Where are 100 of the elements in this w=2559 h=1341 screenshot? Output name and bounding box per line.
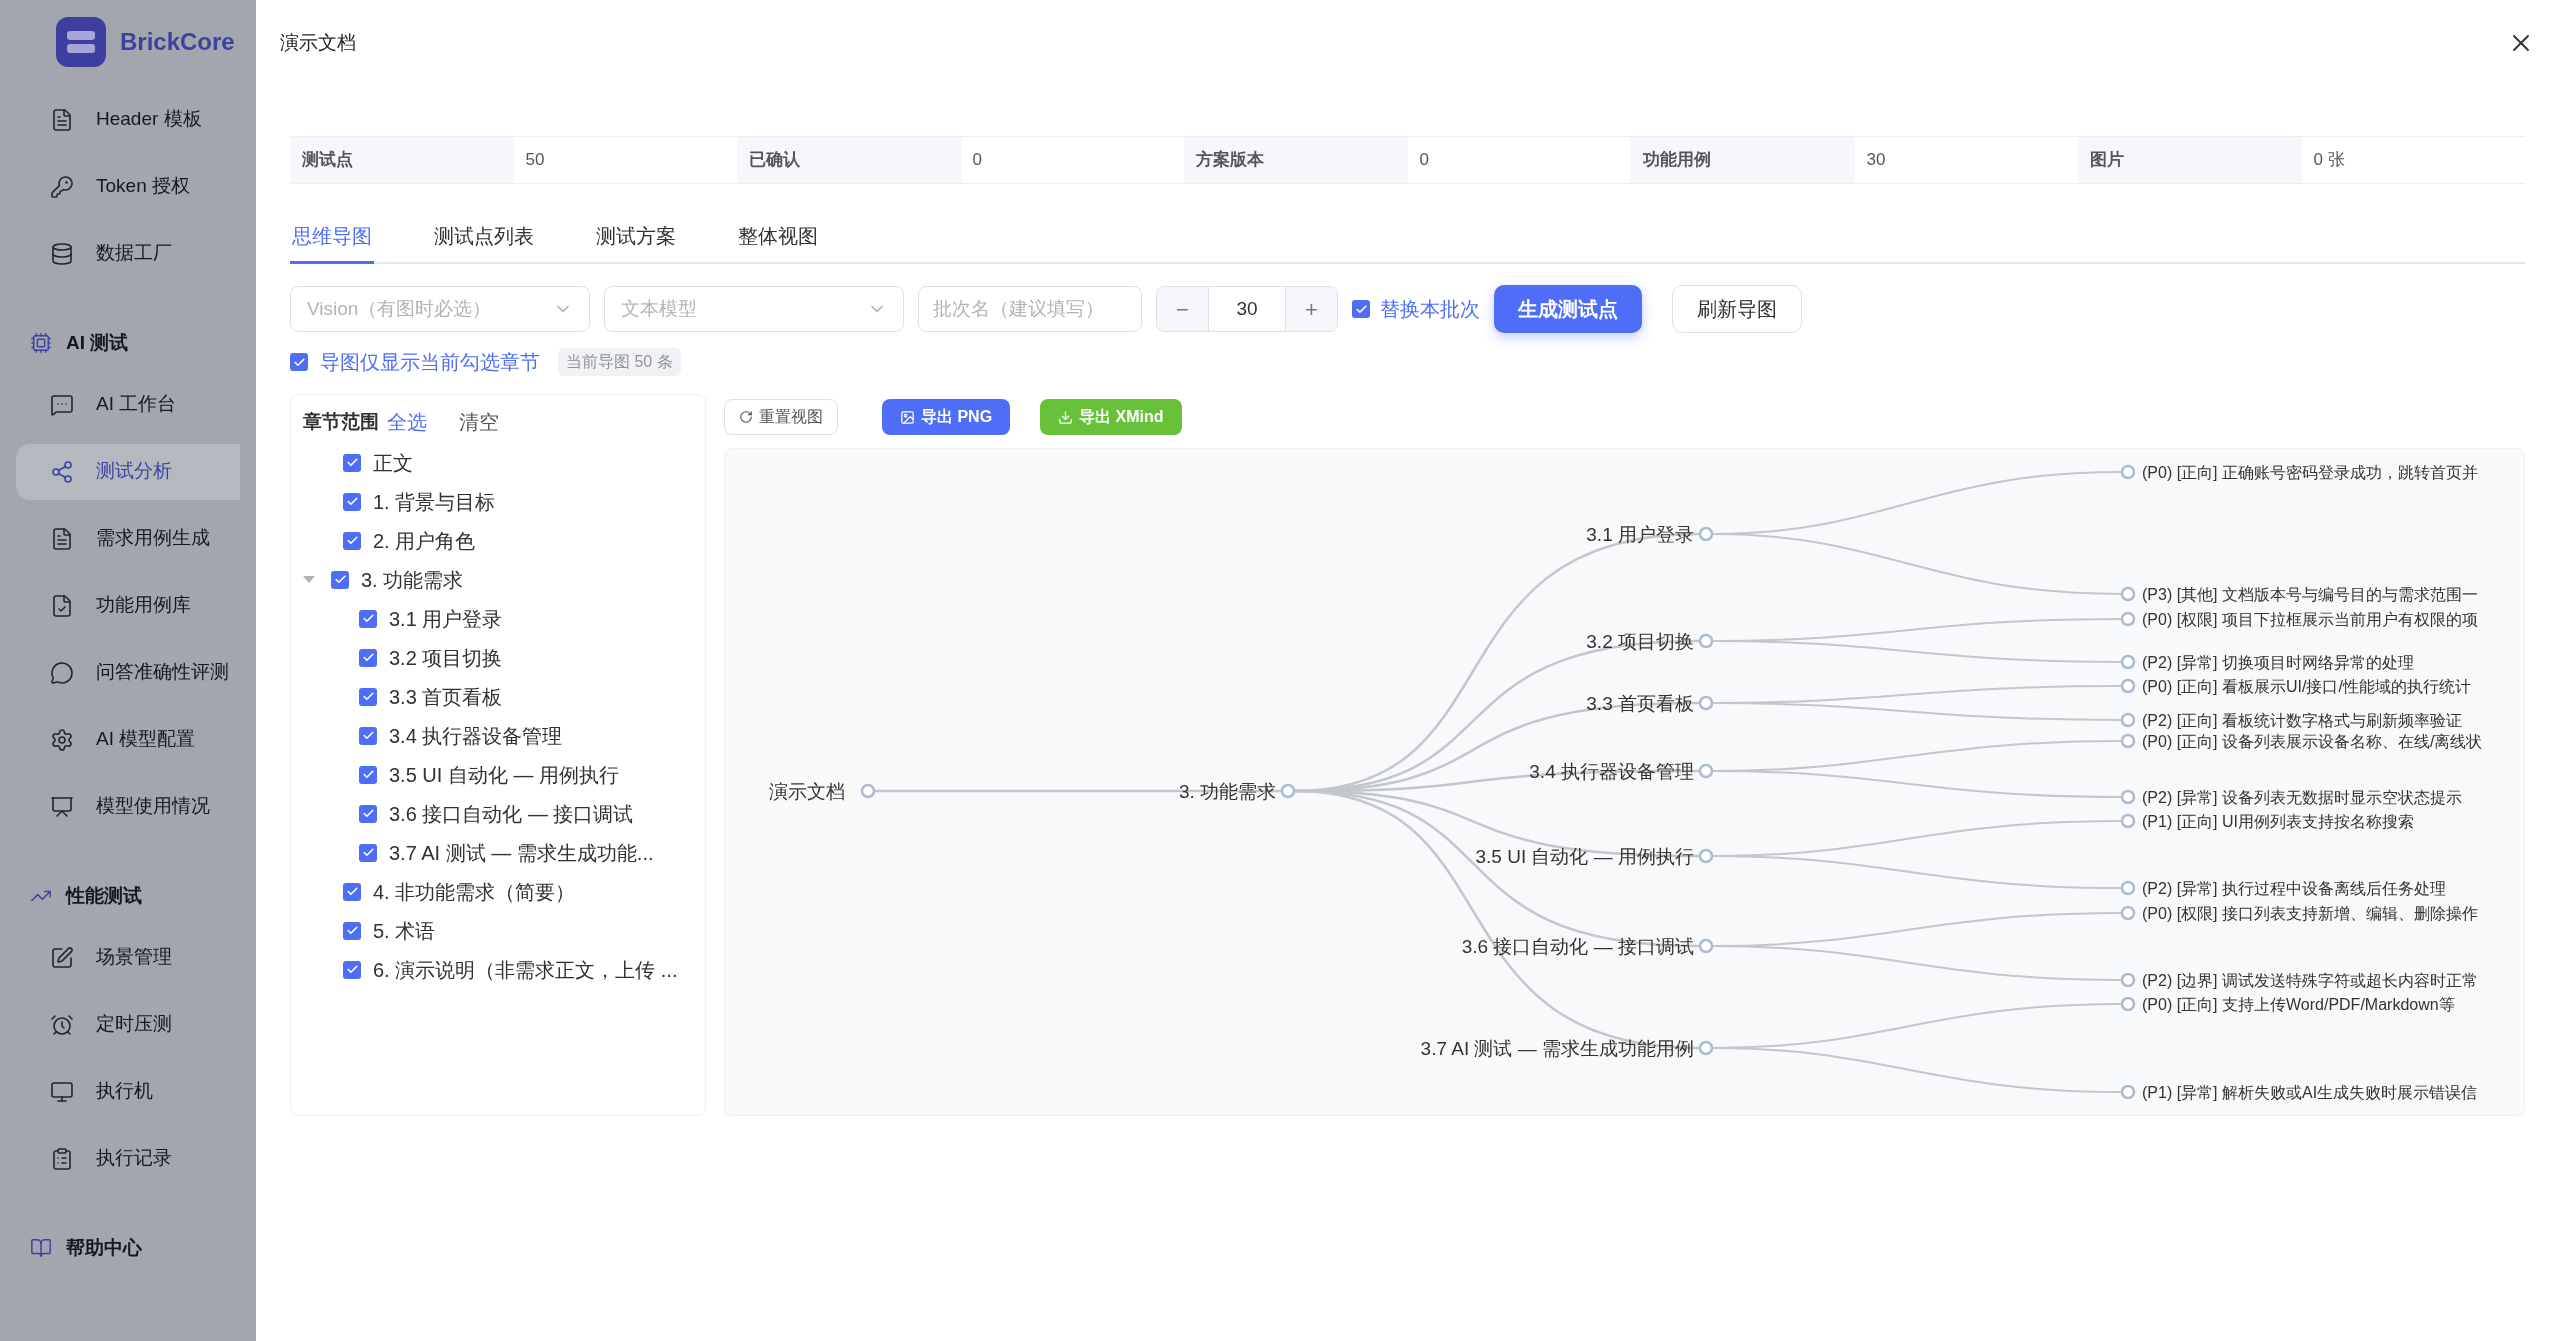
node-dot[interactable]	[2120, 880, 2136, 896]
tab[interactable]: 思维导图	[290, 210, 374, 264]
select-all-link[interactable]: 全选	[387, 407, 427, 437]
node-dot[interactable]	[1698, 695, 1714, 711]
checkbox[interactable]	[359, 648, 377, 667]
sidebar-item[interactable]: 模型使用情况	[16, 778, 240, 835]
export-png-button[interactable]: 导出 PNG	[882, 399, 1011, 435]
menu-group[interactable]: 性能测试	[0, 868, 256, 924]
chip-icon	[30, 332, 52, 354]
node-dot[interactable]	[860, 783, 876, 799]
menu-group[interactable]: AI 测试	[0, 315, 256, 371]
sidebar-item[interactable]: 需求用例生成	[16, 510, 240, 567]
checkbox[interactable]	[359, 765, 377, 784]
node-dot[interactable]	[1698, 938, 1714, 954]
generate-button[interactable]: 生成测试点	[1494, 285, 1642, 333]
sidebar-item[interactable]: Token 授权	[16, 158, 240, 215]
node-dot[interactable]	[2120, 1084, 2136, 1100]
document-icon	[50, 526, 74, 551]
stat-value: 50	[524, 149, 546, 172]
leaf-label: (P3) [其他] 文档版本号与编号目的与需求范围一	[2142, 586, 2478, 603]
node-dot[interactable]	[2120, 813, 2136, 829]
node-dot[interactable]	[1698, 633, 1714, 649]
chapter-label[interactable]: 3.6 接口自动化 — 接口调试	[389, 798, 634, 829]
chapter-label[interactable]: 2. 用户角色	[373, 525, 476, 556]
node-dot[interactable]	[2120, 654, 2136, 670]
sidebar-item[interactable]: 问答准确性评测	[16, 644, 240, 701]
node-dot[interactable]	[2120, 464, 2136, 480]
node-dot[interactable]	[1280, 783, 1296, 799]
node-dot[interactable]	[2120, 611, 2136, 627]
chapter-label[interactable]: 4. 非功能需求（简要）	[373, 876, 576, 907]
node-dot[interactable]	[1698, 848, 1714, 864]
chapter-label[interactable]: 6. 演示说明（非需求正文，上传 ...	[373, 954, 678, 985]
chapter-label[interactable]: 3.3 首页看板	[389, 681, 503, 712]
sidebar-item[interactable]: 功能用例库	[16, 577, 240, 634]
checkbox[interactable]	[343, 882, 361, 901]
checkbox-label[interactable]: 替换本批次	[1380, 294, 1480, 324]
checkbox[interactable]	[343, 921, 361, 940]
menu-group[interactable]: 帮助中心	[0, 1220, 256, 1276]
checkbox[interactable]	[343, 960, 361, 979]
tab[interactable]: 测试点列表	[432, 210, 536, 264]
checkbox-label[interactable]: 导图仅显示当前勾选章节	[320, 347, 540, 377]
check-icon	[333, 573, 347, 586]
node-dot[interactable]	[2120, 678, 2136, 694]
chapter-label[interactable]: 正文	[373, 447, 413, 478]
checkbox[interactable]	[343, 453, 361, 472]
checkbox[interactable]	[359, 687, 377, 706]
chapter-label[interactable]: 3.4 执行器设备管理	[389, 720, 563, 751]
checkbox[interactable]	[359, 804, 377, 823]
chapter-label[interactable]: 3. 功能需求	[361, 564, 464, 595]
chapter-label[interactable]: 3.1 用户登录	[389, 603, 503, 634]
tab[interactable]: 测试方案	[594, 210, 678, 264]
checkbox[interactable]	[1352, 300, 1370, 318]
node-dot[interactable]	[2120, 905, 2136, 921]
node-dot[interactable]	[1698, 526, 1714, 542]
sidebar-item[interactable]: 执行机	[16, 1063, 240, 1120]
image-icon	[900, 409, 915, 425]
sidebar-item[interactable]: 数据工厂	[16, 225, 240, 282]
checkbox[interactable]	[331, 570, 349, 589]
sidebar-item[interactable]: Header 模板	[16, 91, 240, 148]
checkbox[interactable]	[343, 531, 361, 550]
sidebar-item[interactable]: 场景管理	[16, 929, 240, 986]
check-icon	[345, 963, 359, 976]
node-dot[interactable]	[1698, 763, 1714, 779]
node-dot[interactable]	[2120, 996, 2136, 1012]
sidebar-item[interactable]: 执行记录	[16, 1130, 240, 1187]
clipboard-icon	[50, 1146, 74, 1171]
sidebar-item[interactable]: AI 工作台	[16, 376, 240, 433]
node-dot[interactable]	[2120, 972, 2136, 988]
leaf-label: (P0) [权限] 项目下拉框展示当前用户有权限的项	[2142, 611, 2478, 628]
node-dot[interactable]	[2120, 586, 2136, 602]
leaf-label: (P2) [边界] 调试发送特殊字符或超长内容时正常	[2142, 972, 2478, 989]
book-icon	[30, 1237, 52, 1259]
checkbox[interactable]	[343, 492, 361, 511]
reset-view-button[interactable]: 重置视图	[724, 399, 838, 435]
node-dot[interactable]	[2120, 789, 2136, 805]
sidebar-item[interactable]: 定时压测	[16, 996, 240, 1053]
chapter-label[interactable]: 3.2 项目切换	[389, 642, 503, 673]
leaf-label: (P1) [异常] 解析失败或AI生成失败时展示错误信	[2142, 1084, 2478, 1101]
caret-down-icon[interactable]	[303, 576, 315, 583]
chapter-label[interactable]: 3.7 AI 测试 — 需求生成功能...	[389, 837, 654, 868]
node-dot[interactable]	[1698, 1040, 1714, 1056]
tab[interactable]: 整体视图	[736, 210, 820, 264]
node-dot[interactable]	[2120, 712, 2136, 728]
checkbox[interactable]	[359, 843, 377, 862]
checkbox[interactable]	[290, 353, 308, 371]
node-label: 3.6 接口自动化 — 接口调试	[1461, 936, 1694, 957]
sidebar-item[interactable]: 测试分析	[16, 443, 240, 500]
sidebar-item[interactable]: AI 模型配置	[16, 711, 240, 768]
chapter-label[interactable]: 1. 背景与目标	[373, 486, 496, 517]
checkbox[interactable]	[359, 609, 377, 628]
clear-link[interactable]: 清空	[459, 407, 499, 437]
presentation-icon	[50, 794, 74, 819]
batch-name-field[interactable]: 批次名（建议填写）	[918, 286, 1142, 332]
refresh-icon	[739, 410, 753, 424]
chapter-label[interactable]: 5. 术语	[373, 915, 436, 946]
checkbox[interactable]	[359, 726, 377, 745]
node-dot[interactable]	[2120, 733, 2136, 749]
document-check-icon	[50, 593, 74, 618]
chapter-label[interactable]: 3.5 UI 自动化 — 用例执行	[389, 759, 620, 790]
refresh-button[interactable]: 刷新导图	[1672, 285, 1802, 333]
